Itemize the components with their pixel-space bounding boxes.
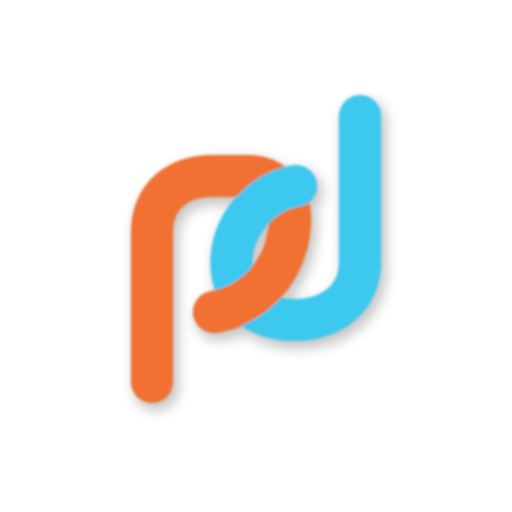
- app-icon-canvas: [0, 0, 512, 512]
- pd-logo-icon: [131, 95, 387, 411]
